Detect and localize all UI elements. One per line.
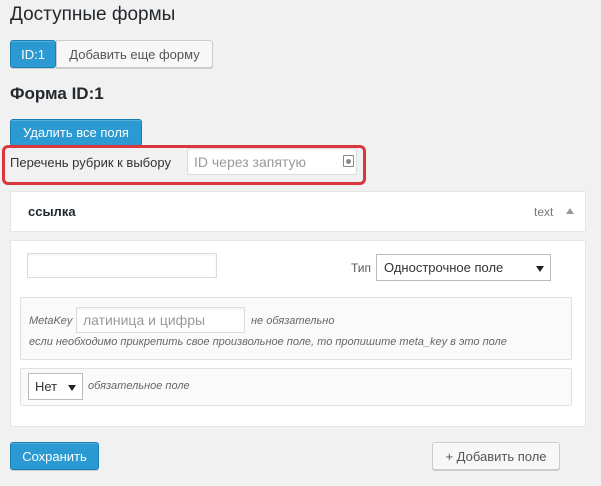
- chevron-down-icon: [536, 266, 544, 272]
- delete-all-fields-button[interactable]: Удалить все поля: [10, 119, 142, 146]
- metakey-label: MetaKey: [29, 315, 73, 327]
- field-header[interactable]: [10, 191, 586, 232]
- save-button[interactable]: Сохранить: [10, 442, 99, 470]
- page-title: Доступные формы: [10, 4, 176, 25]
- metakey-optional-note: не обязательно: [251, 315, 335, 327]
- add-form-button[interactable]: Добавить еще форму: [56, 40, 213, 68]
- metakey-help-text: если необходимо прикрепить свое произвол…: [29, 336, 507, 348]
- tab-form-id-1[interactable]: ID:1: [10, 40, 56, 68]
- field-type-tag: text: [534, 205, 554, 219]
- type-label: Тип: [351, 261, 372, 275]
- required-select[interactable]: Нет: [28, 373, 83, 400]
- add-field-button[interactable]: + Добавить поле: [432, 442, 560, 470]
- chevron-down-icon: [68, 385, 76, 391]
- categories-input[interactable]: [187, 148, 357, 175]
- metakey-input[interactable]: [76, 307, 245, 333]
- required-label: обязательное поле: [88, 380, 190, 392]
- field-title-input[interactable]: [27, 253, 217, 278]
- form-heading: Форма ID:1: [10, 84, 104, 103]
- collapse-arrow-icon[interactable]: [566, 208, 574, 214]
- categories-label: Перечень рубрик к выбору: [10, 155, 171, 170]
- contact-card-icon: [343, 155, 354, 167]
- required-select-value: Нет: [35, 379, 58, 394]
- type-select[interactable]: Однострочное поле: [376, 254, 551, 281]
- field-name: ссылка: [28, 204, 76, 219]
- type-select-value: Однострочное поле: [384, 260, 504, 275]
